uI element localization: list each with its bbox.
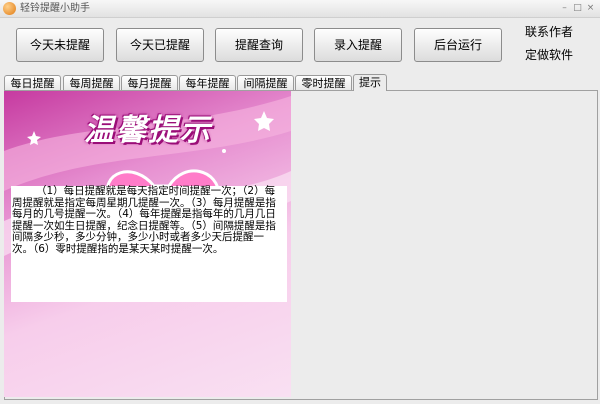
title-bar: 轻铃提醒小助手 – □ × bbox=[0, 0, 600, 18]
banner-title: 温馨提示 bbox=[84, 113, 212, 148]
run-background-button[interactable]: 后台运行 bbox=[414, 28, 502, 62]
hint-text: （1）每日提醒就是每天指定时间提醒一次；（2）每周提醒就是指定每周星期几提醒一次… bbox=[12, 185, 276, 255]
tab-hint[interactable]: 提示 bbox=[353, 74, 387, 91]
tab-bar: 每日提醒 每周提醒 每月提醒 每年提醒 间隔提醒 零时提醒 提示 bbox=[4, 74, 596, 91]
minimize-icon[interactable]: – bbox=[559, 3, 570, 14]
contact-author-link[interactable]: 联系作者 bbox=[525, 23, 573, 40]
maximize-icon[interactable]: □ bbox=[572, 3, 583, 14]
tab-interval[interactable]: 间隔提醒 bbox=[237, 75, 294, 91]
reminder-query-button[interactable]: 提醒查询 bbox=[215, 28, 303, 62]
today-reminded-button[interactable]: 今天已提醒 bbox=[116, 28, 204, 62]
close-icon[interactable]: × bbox=[585, 3, 596, 14]
toolbar: 今天未提醒 今天已提醒 提醒查询 录入提醒 后台运行 联系作者 定做软件 bbox=[0, 18, 600, 70]
bell-icon bbox=[3, 2, 16, 15]
tab-yearly[interactable]: 每年提醒 bbox=[179, 75, 236, 91]
window-title: 轻铃提醒小助手 bbox=[20, 3, 90, 14]
add-reminder-button[interactable]: 录入提醒 bbox=[314, 28, 402, 62]
custom-software-link[interactable]: 定做软件 bbox=[525, 46, 573, 63]
tab-daily[interactable]: 每日提醒 bbox=[4, 75, 61, 91]
tab-once[interactable]: 零时提醒 bbox=[295, 75, 352, 91]
tab-monthly[interactable]: 每月提醒 bbox=[121, 75, 178, 91]
tab-weekly[interactable]: 每周提醒 bbox=[63, 75, 120, 91]
today-unreminded-button[interactable]: 今天未提醒 bbox=[16, 28, 104, 62]
